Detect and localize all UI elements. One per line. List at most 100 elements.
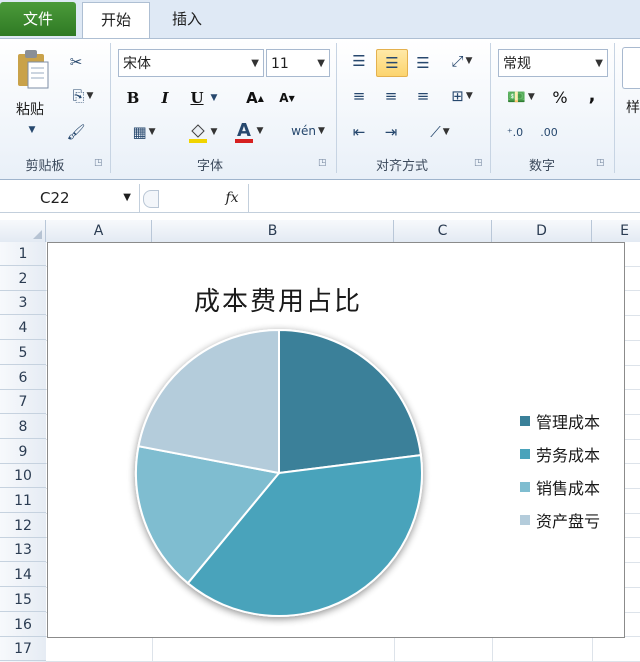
bold-button[interactable]: B: [122, 87, 144, 109]
merge-center-icon[interactable]: ⊞ ▼: [442, 85, 482, 107]
row-header[interactable]: 1: [0, 242, 46, 266]
paste-icon[interactable]: [12, 47, 52, 91]
decrease-font-icon[interactable]: A ▼: [276, 87, 298, 109]
select-all-corner[interactable]: [0, 220, 46, 242]
align-center-icon[interactable]: ≡: [378, 85, 404, 107]
row-header[interactable]: 5: [0, 341, 46, 365]
underline-button[interactable]: U: [186, 87, 208, 109]
legend-swatch: [520, 482, 530, 492]
chevron-down-icon: ▼: [595, 58, 603, 69]
row-header[interactable]: 13: [0, 538, 46, 563]
number-format-combo[interactable]: 常规 ▼: [498, 49, 608, 77]
row-header[interactable]: 12: [0, 514, 46, 538]
align-middle-icon[interactable]: ☰: [376, 49, 408, 77]
legend-item[interactable]: 资产盘亏: [520, 510, 601, 531]
group-divider: [614, 43, 615, 173]
row-header[interactable]: 3: [0, 291, 46, 316]
increase-font-icon[interactable]: A ▲: [244, 87, 266, 109]
row-header[interactable]: 4: [0, 316, 46, 341]
row-header[interactable]: 16: [0, 613, 46, 637]
row-header[interactable]: 2: [0, 267, 46, 291]
legend-item[interactable]: 劳务成本: [520, 444, 601, 465]
pie-chart[interactable]: 成本费用占比 管理成本 劳务成本 销售成本 资产盘亏: [47, 242, 625, 638]
legend-label: 资产盘亏: [536, 512, 601, 531]
styles-group-icon[interactable]: [622, 47, 640, 89]
borders-icon[interactable]: ▦ ▼: [122, 121, 166, 143]
font-group-label: 字体: [196, 159, 223, 174]
orientation-icon[interactable]: ⤢ ▼: [442, 49, 482, 73]
paste-dropdown-icon[interactable]: ▼: [24, 123, 40, 137]
accounting-format-icon[interactable]: 💵 ▼: [500, 85, 542, 109]
row-header-bar: 1 2 3 4 5 6 7 8 9 10 11 12 13 14 15 16 17: [0, 242, 47, 662]
tab-home[interactable]: 开始: [82, 2, 150, 39]
increase-decimal-icon[interactable]: ⁺.0: [500, 121, 530, 143]
pie-plot-area: [135, 328, 423, 617]
align-left-icon[interactable]: ≡: [346, 85, 372, 107]
number-group-label: 数字: [528, 159, 555, 174]
chevron-down-icon[interactable]: ▼: [123, 184, 131, 212]
decrease-indent-icon[interactable]: ⇤: [346, 121, 372, 143]
underline-dropdown-icon[interactable]: ▼: [208, 87, 220, 109]
ribbon: 粘贴 ▼ ✂ ⎘ ▼ 🖌 剪贴板 ◳ 宋体 ▼ 11 ▼ B I U ▼ A ▲ A ▼ …: [0, 38, 640, 180]
fill-color-icon[interactable]: ▼: [182, 121, 222, 143]
font-color-icon[interactable]: A ▼: [228, 119, 268, 143]
legend-swatch: [520, 449, 530, 459]
formula-bar: C22 ▼ fx: [0, 184, 640, 213]
phonetic-icon[interactable]: wén ▼: [286, 119, 330, 143]
row-header[interactable]: 15: [0, 588, 46, 612]
row-header[interactable]: 8: [0, 415, 46, 439]
row-header[interactable]: 9: [0, 440, 46, 464]
tab-file[interactable]: 文件: [0, 2, 76, 36]
legend-label: 销售成本: [536, 479, 601, 498]
format-painter-icon[interactable]: 🖌: [64, 121, 88, 143]
row-header[interactable]: 7: [0, 390, 46, 415]
italic-button[interactable]: I: [154, 87, 176, 109]
percent-button[interactable]: %: [548, 85, 572, 109]
row-header[interactable]: 10: [0, 464, 46, 489]
decrease-decimal-icon[interactable]: .00: [534, 121, 564, 143]
number-format-value: 常规: [503, 56, 531, 72]
row-header[interactable]: 6: [0, 366, 46, 390]
formula-bar-resize-handle[interactable]: [143, 190, 159, 208]
styles-button-label[interactable]: 样: [626, 97, 640, 117]
alignment-launcher-icon[interactable]: ◳: [474, 158, 484, 168]
row-header[interactable]: 17: [0, 637, 46, 662]
pie-slice-1[interactable]: [278, 328, 422, 475]
number-launcher-icon[interactable]: ◳: [596, 158, 606, 168]
paste-button[interactable]: 粘贴: [16, 99, 44, 119]
font-launcher-icon[interactable]: ◳: [318, 158, 328, 168]
formula-input[interactable]: [248, 184, 640, 212]
legend-swatch: [520, 515, 530, 525]
group-divider: [490, 43, 491, 173]
clipboard-launcher-icon[interactable]: ◳: [94, 158, 104, 168]
font-size-combo[interactable]: 11 ▼: [266, 49, 330, 77]
column-header-b[interactable]: B: [152, 220, 394, 242]
column-header-d[interactable]: D: [492, 220, 592, 242]
align-bottom-icon[interactable]: ☰: [410, 51, 436, 75]
copy-icon[interactable]: ⎘ ▼: [64, 85, 102, 107]
tab-insert[interactable]: 插入: [154, 2, 220, 36]
row-header[interactable]: 14: [0, 563, 46, 588]
legend-item[interactable]: 销售成本: [520, 477, 601, 498]
legend-label: 劳务成本: [536, 446, 601, 465]
insert-function-icon[interactable]: fx: [218, 184, 246, 212]
font-name-combo[interactable]: 宋体 ▼: [118, 49, 264, 77]
column-header-c[interactable]: C: [394, 220, 492, 242]
column-header-e[interactable]: E: [592, 220, 640, 242]
align-right-icon[interactable]: ≡: [410, 85, 436, 107]
column-header-a[interactable]: A: [46, 220, 152, 242]
group-divider: [110, 43, 111, 173]
name-box-value: C22: [40, 189, 70, 207]
font-size-value: 11: [271, 56, 289, 72]
align-top-icon[interactable]: ☰: [346, 49, 372, 73]
cut-icon[interactable]: ✂: [64, 51, 88, 73]
name-box[interactable]: C22 ▼: [0, 184, 140, 212]
comma-button[interactable]: ,: [582, 83, 602, 107]
row-header[interactable]: 11: [0, 489, 46, 513]
alignment-group-label: 对齐方式: [375, 159, 428, 174]
increase-indent-icon[interactable]: ⇥: [378, 121, 404, 143]
column-header-bar: A B C D E: [0, 220, 640, 243]
clipboard-group-label: 剪贴板: [25, 159, 65, 174]
legend-item[interactable]: 管理成本: [520, 411, 600, 432]
text-direction-icon[interactable]: ⟋ ▼: [420, 121, 460, 143]
